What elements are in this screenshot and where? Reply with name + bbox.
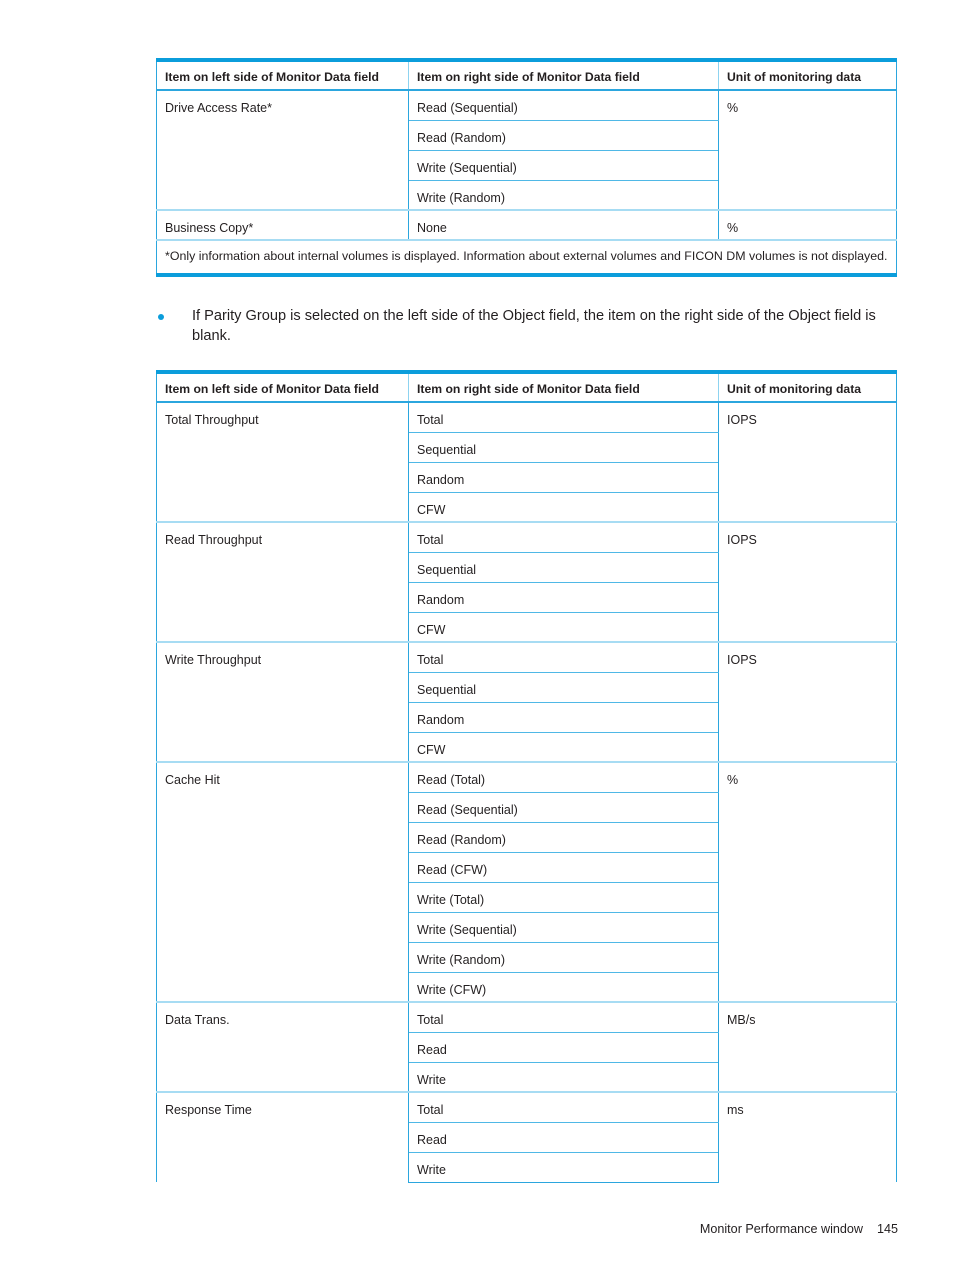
bullet-dot-icon [156, 306, 186, 320]
document-page: Item on left side of Monitor Data field … [0, 0, 954, 1271]
footer-section-title: Monitor Performance window [699, 1222, 863, 1236]
row-unit-label: % [718, 90, 897, 210]
bullet-item-text: If Parity Group is selected on the left … [192, 308, 876, 345]
page-footer: Monitor Performance window 145 [0, 1222, 898, 1236]
list-item: If Parity Group is selected on the left … [156, 306, 898, 346]
row-unit-label: % [718, 761, 897, 1002]
row-group-label: Cache Hit [156, 761, 409, 1002]
row-group-label: Read Throughput [156, 521, 409, 642]
row-group-label: Response Time [156, 1091, 409, 1182]
monitor-data-table-two: Item on left side of Monitor Data field … [156, 370, 897, 1183]
row-unit-label: IOPS [718, 521, 897, 642]
row-item-label: Sequential [408, 672, 719, 703]
table-row: Read Throughput Total IOPS [156, 521, 897, 642]
row-item-label: Write (Random) [408, 180, 719, 211]
bullet-list: If Parity Group is selected on the left … [156, 306, 898, 346]
table-one-body: Drive Access Rate* Read (Sequential)% Read… [156, 90, 897, 278]
column-header-right-item: Item on right side of Monitor Data field [408, 58, 719, 91]
table-footnote-text: *Only information about internal volumes… [156, 238, 897, 278]
row-item-label: Read (Sequential) [408, 90, 719, 121]
row-item-label: Read [408, 1122, 719, 1153]
row-item-label: Write [408, 1152, 719, 1183]
row-item-label: Write (CFW) [408, 972, 719, 1003]
row-item-label: Read (Total) [408, 762, 719, 793]
column-header-left-item: Item on left side of Monitor Data field [156, 58, 409, 91]
row-unit-label: ms [718, 1091, 897, 1182]
row-unit-label: MB/s [718, 1001, 897, 1092]
row-item-label: Write [408, 1062, 719, 1093]
table-row: Business Copy* None% [156, 209, 897, 241]
row-item-label: Random [408, 462, 719, 493]
row-group-label: Total Throughput [156, 402, 409, 522]
row-item-label: Read (Random) [408, 822, 719, 853]
row-group-label: Business Copy* [156, 209, 409, 240]
row-unit-label: % [718, 209, 897, 240]
row-item-label: Total [408, 522, 719, 553]
row-group-label: Write Throughput [156, 641, 409, 762]
table-one-header-row: Item on left side of Monitor Data field … [156, 58, 897, 91]
row-group-label: Data Trans. [156, 1001, 409, 1092]
row-item-label: Write (Sequential) [408, 912, 719, 943]
table-row: Response Time Total ms [156, 1091, 897, 1182]
row-item-label: None [408, 210, 719, 241]
row-item-label: Total [408, 402, 719, 433]
row-item-label: Sequential [408, 432, 719, 463]
column-header-left-item: Item on left side of Monitor Data field [156, 370, 409, 403]
row-unit-label: IOPS [718, 641, 897, 762]
row-item-label: Read (Sequential) [408, 792, 719, 823]
row-item-label: CFW [408, 612, 719, 643]
footer-page-number: 145 [876, 1222, 898, 1236]
table-row: Write Throughput Total IOPS [156, 641, 897, 762]
column-header-unit: Unit of monitoring data [718, 58, 897, 91]
row-item-label: CFW [408, 732, 719, 763]
row-item-label: Total [408, 1092, 719, 1123]
table-row: Cache Hit Read (Total)% [156, 761, 897, 1002]
column-header-right-item: Item on right side of Monitor Data field [408, 370, 719, 403]
row-item-label: Write (Total) [408, 882, 719, 913]
row-unit-label: IOPS [718, 402, 897, 522]
monitor-data-table-one: Item on left side of Monitor Data field … [156, 58, 897, 278]
row-item-label: Total [408, 1002, 719, 1033]
column-header-unit: Unit of monitoring data [718, 370, 897, 403]
table-row: Drive Access Rate* Read (Sequential)% [156, 90, 897, 210]
row-item-label: CFW [408, 492, 719, 523]
row-item-label: Random [408, 702, 719, 733]
row-item-label: Write (Sequential) [408, 150, 719, 181]
table-two-body: Total Throughput Total IOPS Sequential Rando… [156, 402, 897, 1183]
table-row: Total Throughput Total IOPS [156, 402, 897, 522]
row-item-label: Total [408, 642, 719, 673]
row-item-label: Sequential [408, 552, 719, 583]
row-item-label: Read (CFW) [408, 852, 719, 883]
row-group-label: Drive Access Rate* [156, 90, 409, 210]
row-item-label: Write (Random) [408, 942, 719, 973]
table-footnote-row: *Only information about internal volumes… [156, 238, 897, 278]
row-item-label: Random [408, 582, 719, 613]
row-item-label: Read (Random) [408, 120, 719, 151]
table-row: Data Trans. Total MB/s [156, 1001, 897, 1092]
table-two-header-row: Item on left side of Monitor Data field … [156, 370, 897, 403]
row-item-label: Read [408, 1032, 719, 1063]
